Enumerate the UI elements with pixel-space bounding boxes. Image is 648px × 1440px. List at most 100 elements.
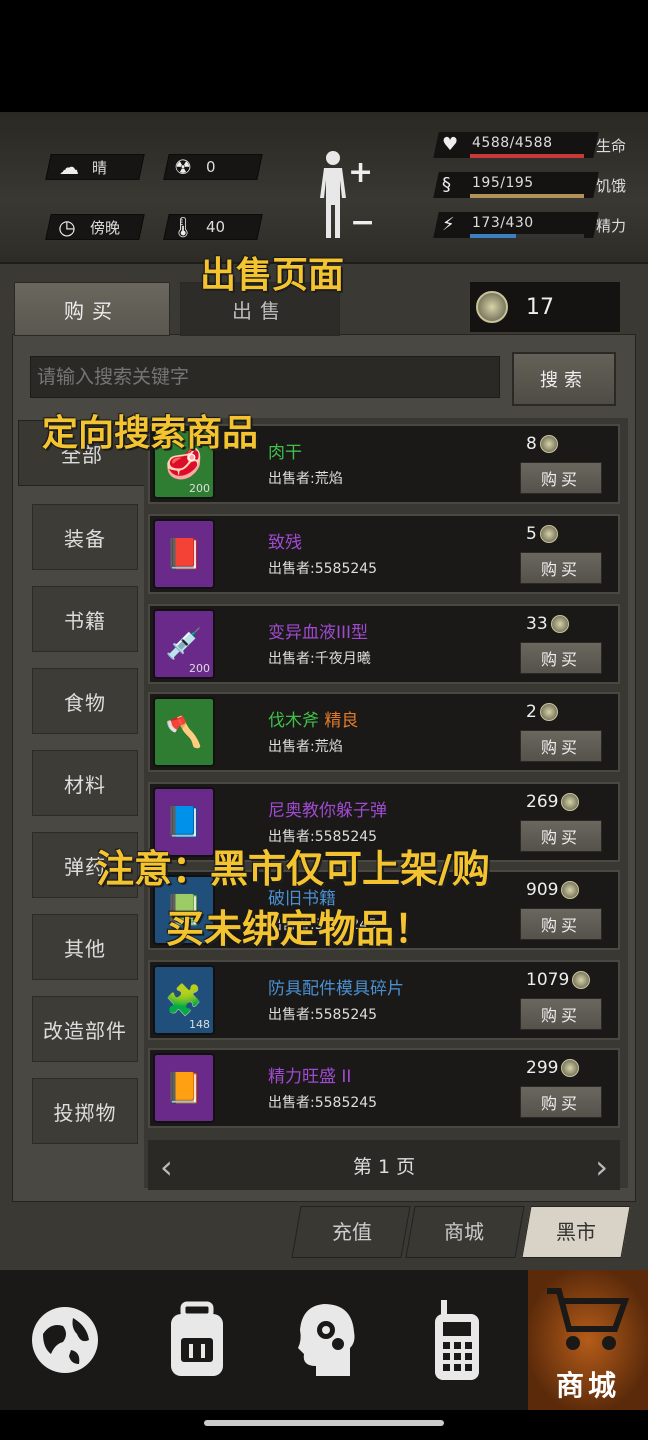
book-icon: 📙 bbox=[153, 1053, 215, 1123]
buy-button[interactable]: 购买 bbox=[520, 730, 602, 762]
pager: ‹ 第 1 页 › bbox=[148, 1140, 620, 1190]
buy-button[interactable]: 购买 bbox=[520, 1086, 602, 1118]
category-throwables[interactable]: 投掷物 bbox=[32, 1078, 138, 1144]
temperature-value: 40 bbox=[206, 218, 226, 236]
nav-radio[interactable] bbox=[402, 1270, 512, 1410]
shopping-cart-icon bbox=[547, 1288, 630, 1350]
buy-button[interactable]: 购买 bbox=[520, 820, 602, 852]
category-mod-parts[interactable]: 改造部件 bbox=[32, 996, 138, 1062]
tab-buy[interactable]: 购买 bbox=[14, 282, 170, 336]
item-price: 8 bbox=[526, 434, 558, 454]
list-item: 📕 致残 出售者:5585245 5 购买 bbox=[148, 514, 620, 594]
weather-icon: ☁ bbox=[59, 155, 79, 179]
stat-energy: ⚡ 173/430 精力 bbox=[433, 212, 636, 242]
item-price: 269 bbox=[526, 792, 580, 812]
annotation-sell-page: 出售页面 bbox=[200, 255, 345, 296]
annotation-warning-line1: 注意：黑市仅可上架/购 bbox=[96, 847, 490, 891]
stomach-icon: § bbox=[442, 174, 451, 195]
item-price: 5 bbox=[526, 524, 558, 544]
buy-button[interactable]: 购买 bbox=[520, 552, 602, 584]
backpack-icon bbox=[171, 1301, 223, 1376]
item-price: 33 bbox=[526, 614, 569, 634]
item-name: 致残 bbox=[268, 533, 302, 553]
bottle-cap-coin-icon bbox=[561, 1059, 580, 1077]
heart-icon: ♥ bbox=[442, 134, 459, 155]
item-seller: 出售者:5585245 bbox=[268, 1007, 378, 1023]
category-equipment[interactable]: 装备 bbox=[32, 504, 138, 570]
walkie-talkie-icon bbox=[435, 1300, 479, 1380]
armor-mold-fragment-icon: 🧩 148 bbox=[153, 965, 215, 1035]
nav-backpack[interactable] bbox=[142, 1270, 252, 1410]
bottle-cap-coin-icon bbox=[539, 435, 558, 453]
top-black-bar bbox=[0, 0, 648, 112]
item-seller: 出售者:5585245 bbox=[268, 561, 378, 577]
bottom-nav bbox=[0, 1270, 648, 1410]
bottle-cap-coin-icon bbox=[572, 971, 591, 989]
bottle-cap-coin-icon bbox=[476, 291, 508, 323]
item-price: 1079 bbox=[526, 970, 591, 990]
clock-icon: ◷ bbox=[58, 215, 76, 239]
category-books[interactable]: 书籍 bbox=[32, 586, 138, 652]
weather-value: 晴 bbox=[92, 158, 108, 177]
item-name: 伐木斧 精良 bbox=[268, 711, 359, 731]
bottle-cap-coin-icon bbox=[539, 703, 558, 721]
axe-icon: 🪓 bbox=[153, 697, 215, 767]
item-seller: 出售者:5585245 bbox=[268, 1095, 378, 1111]
bottle-cap-coin-icon bbox=[539, 525, 558, 543]
item-seller: 出售者:千夜月曦 bbox=[268, 651, 371, 667]
chevron-right-icon[interactable]: › bbox=[595, 1148, 608, 1186]
annotation-search-note: 定向搜索商品 bbox=[42, 413, 259, 454]
nav-shop-label: 商城 bbox=[556, 1369, 621, 1402]
thermometer-icon: 🌡 bbox=[170, 215, 196, 239]
category-other[interactable]: 其他 bbox=[32, 914, 138, 980]
annotation-warning-line2: 买未绑定物品！ bbox=[166, 907, 433, 951]
category-materials[interactable]: 材料 bbox=[32, 750, 138, 816]
home-indicator[interactable] bbox=[204, 1420, 444, 1426]
list-item: 🧩 148 防具配件模具碎片 出售者:5585245 1079 购买 bbox=[148, 960, 620, 1040]
category-food[interactable]: 食物 bbox=[32, 668, 138, 734]
item-seller: 出售者:荒焰 bbox=[268, 739, 343, 755]
buy-button[interactable]: 购买 bbox=[520, 462, 602, 494]
item-name: 肉干 bbox=[268, 443, 302, 463]
radiation-value: 0 bbox=[206, 158, 216, 176]
book-icon: 📕 bbox=[153, 519, 215, 589]
bottle-cap-coin-icon bbox=[550, 615, 569, 633]
currency-value: 17 bbox=[526, 294, 554, 320]
time-value: 傍晚 bbox=[90, 218, 121, 237]
item-price: 2 bbox=[526, 702, 558, 722]
minus-icon[interactable]: − bbox=[350, 205, 375, 240]
item-price: 909 bbox=[526, 880, 580, 900]
globe-icon bbox=[32, 1307, 98, 1373]
item-name: 变异血液III型 bbox=[268, 623, 369, 643]
list-item: 💉 200 变异血液III型 出售者:千夜月曦 33 购买 bbox=[148, 604, 620, 684]
plus-icon[interactable]: + bbox=[348, 155, 373, 190]
item-price: 299 bbox=[526, 1058, 580, 1078]
page-label: 第 1 页 bbox=[352, 1156, 416, 1178]
search-input[interactable] bbox=[30, 356, 500, 398]
hunger-bar bbox=[470, 194, 584, 198]
radiation-icon: ☢ bbox=[174, 155, 192, 179]
item-seller: 出售者:荒焰 bbox=[268, 471, 343, 487]
bottle-cap-coin-icon bbox=[561, 881, 580, 899]
nav-world[interactable] bbox=[10, 1270, 120, 1410]
buy-button[interactable]: 购买 bbox=[520, 998, 602, 1030]
nav-skills[interactable] bbox=[272, 1270, 382, 1410]
buy-button[interactable]: 购买 bbox=[520, 908, 602, 940]
health-bar bbox=[470, 154, 584, 158]
bottle-cap-coin-icon bbox=[561, 793, 580, 811]
stat-health: ♥ 4588/4588 生命 bbox=[433, 132, 636, 162]
energy-icon: ⚡ bbox=[442, 214, 455, 235]
item-name: 防具配件模具碎片 bbox=[268, 979, 404, 999]
syringe-icon: 💉 200 bbox=[153, 609, 215, 679]
list-item: 🪓 伐木斧 精良 出售者:荒焰 2 购买 bbox=[148, 692, 620, 772]
buy-button[interactable]: 购买 bbox=[520, 642, 602, 674]
list-item: 📙 精力旺盛 II 出售者:5585245 299 购买 bbox=[148, 1048, 620, 1128]
head-gears-icon bbox=[298, 1304, 355, 1376]
item-name: 尼奥教你躲子弹 bbox=[268, 801, 387, 821]
search-button[interactable]: 搜索 bbox=[512, 352, 616, 406]
stat-hunger: § 195/195 饥饿 bbox=[433, 172, 636, 202]
body-figure-icon[interactable] bbox=[316, 150, 350, 240]
currency-display: 17 bbox=[470, 282, 620, 332]
energy-bar bbox=[470, 234, 584, 238]
item-name: 精力旺盛 II bbox=[268, 1067, 352, 1087]
